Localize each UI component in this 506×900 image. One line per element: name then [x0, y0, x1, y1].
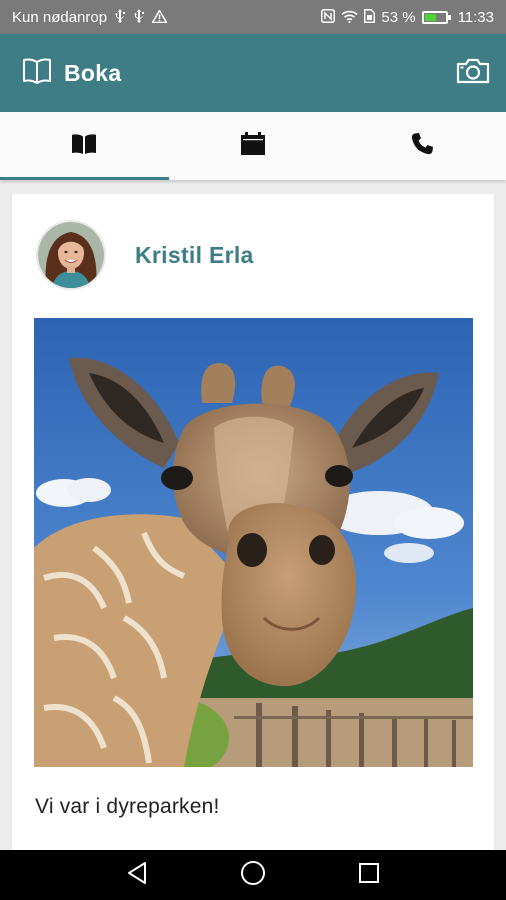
clock: 11:33 — [457, 8, 494, 26]
usb-icon-2 — [133, 9, 145, 25]
post-card: Kristil Erla Vi var i dyreparken! — [12, 194, 494, 850]
avatar[interactable] — [36, 220, 106, 290]
book-icon — [71, 133, 97, 160]
camera-icon[interactable] — [456, 58, 490, 89]
post-author[interactable]: Kristil Erla — [36, 220, 254, 290]
usb-icon — [114, 9, 126, 25]
warning-icon — [151, 8, 168, 25]
author-name[interactable]: Kristil Erla — [135, 242, 254, 269]
battery-percent: 53 % — [381, 8, 416, 26]
tab-calendar[interactable] — [169, 112, 338, 180]
tab-phone[interactable] — [337, 112, 506, 180]
post-photo[interactable] — [34, 318, 473, 767]
tab-book[interactable] — [0, 112, 169, 180]
calendar-icon — [240, 131, 266, 161]
wifi-icon — [341, 10, 358, 25]
carrier-text: Kun nødanrop — [12, 8, 108, 26]
battery-icon — [421, 10, 451, 24]
system-nav-bar — [0, 850, 506, 900]
book-open-icon — [22, 58, 52, 89]
post-caption: Vi var i dyreparken! — [35, 795, 220, 818]
phone-icon — [410, 132, 434, 161]
app-bar: Boka — [0, 34, 506, 112]
sim-icon — [364, 9, 376, 25]
nfc-icon — [321, 9, 336, 25]
status-bar: Kun nødanrop 53 % 11:33 — [0, 0, 506, 34]
tab-bar — [0, 112, 506, 180]
back-triangle-icon[interactable] — [126, 861, 148, 890]
home-circle-icon[interactable] — [240, 860, 266, 891]
app-title: Boka — [64, 59, 122, 86]
recents-square-icon[interactable] — [358, 862, 380, 889]
